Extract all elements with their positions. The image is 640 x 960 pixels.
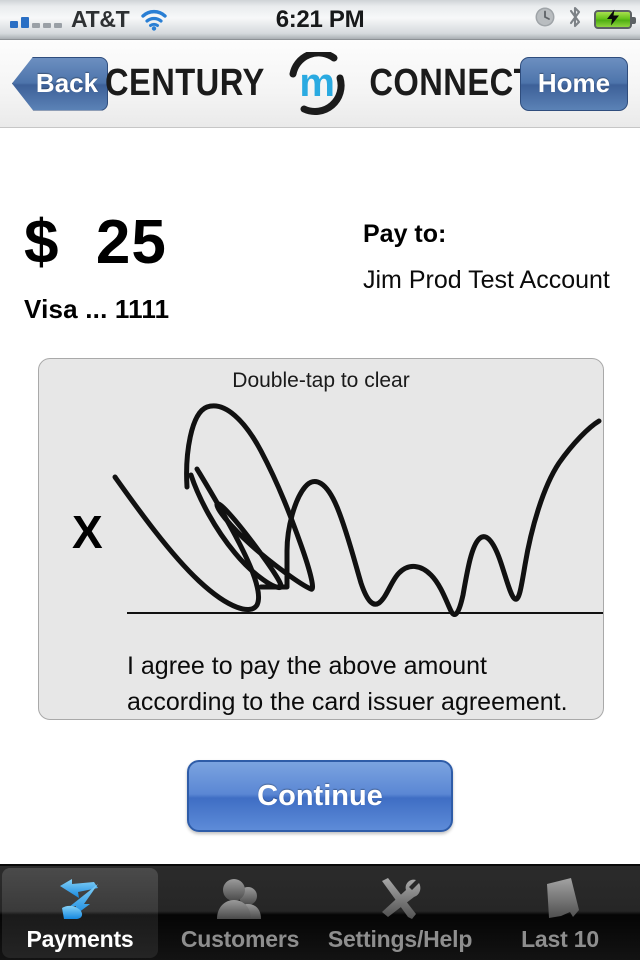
app-root: AT&T 6:21 PM Back CENTURY m CONNECT Home…: [0, 0, 640, 960]
logo-letter-m: m: [299, 60, 335, 105]
payments-hand-arrow-icon: [52, 874, 108, 924]
tab-label-settings-help: Settings/Help: [327, 925, 473, 952]
continue-button-wrap: Continue: [0, 760, 640, 832]
tab-label-last-10: Last 10: [521, 925, 599, 952]
signature-x-marker: X: [72, 506, 103, 558]
tab-customers[interactable]: Customers: [160, 866, 320, 960]
amount-block: $ 25 Visa ... 1111: [24, 212, 169, 325]
tab-label-customers: Customers: [180, 925, 300, 952]
payment-summary: $ 25 Visa ... 1111 Pay to: Jim Prod Test…: [0, 212, 640, 325]
tab-bar: Payments Customers Settings/Help Last 10: [0, 864, 640, 960]
app-header: Back CENTURY m CONNECT Home: [0, 40, 640, 128]
card-label: Visa ... 1111: [24, 294, 170, 324]
tab-label-payments: Payments: [26, 925, 134, 952]
pay-to-name: Jim Prod Test Account: [363, 266, 610, 294]
pay-to-block: Pay to: Jim Prod Test Account: [363, 220, 610, 295]
people-icon: [212, 874, 268, 924]
back-button[interactable]: Back: [12, 56, 108, 111]
signature-line: [127, 612, 603, 614]
tab-payments[interactable]: Payments: [0, 866, 160, 960]
receipt-icon: [532, 874, 588, 924]
logo-swoosh-mark: m: [280, 48, 354, 116]
agreement-text: I agree to pay the above amount accordin…: [127, 652, 568, 716]
signature-pad[interactable]: Double-tap to clear X I agree to pay the…: [38, 358, 604, 720]
wrench-screwdriver-icon: [372, 874, 428, 924]
status-bar: AT&T 6:21 PM: [0, 0, 640, 40]
tab-last-10[interactable]: Last 10: [480, 866, 640, 960]
home-button[interactable]: Home: [520, 56, 628, 111]
status-bar-time: 6:21 PM: [275, 5, 365, 33]
pay-to-label: Pay to:: [363, 220, 447, 248]
logo-word-connect: CONNECT: [369, 62, 535, 104]
logo-word-century: CENTURY: [105, 62, 266, 104]
amount-value: $ 25: [24, 208, 167, 277]
main-content: $ 25 Visa ... 1111 Pay to: Jim Prod Test…: [0, 128, 640, 864]
tab-settings-help[interactable]: Settings/Help: [320, 866, 480, 960]
continue-button[interactable]: Continue: [187, 760, 453, 832]
battery-charging-icon: [594, 9, 636, 29]
